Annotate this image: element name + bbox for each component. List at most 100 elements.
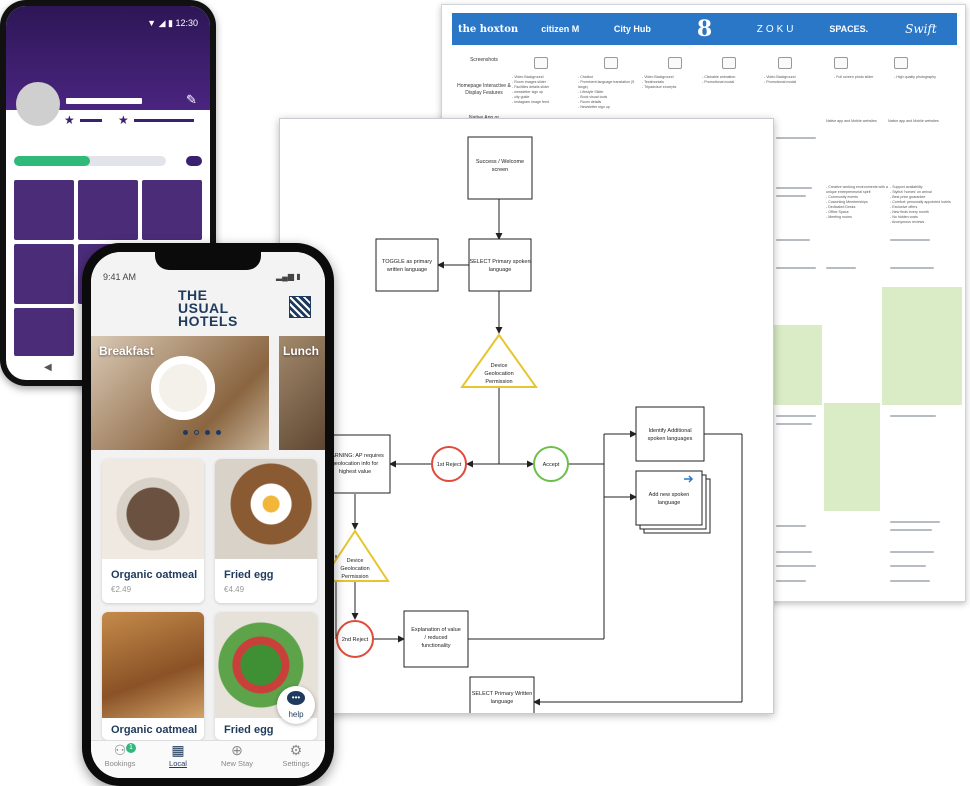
label-reject1: 1st Reject bbox=[437, 462, 462, 468]
menu-item-card[interactable]: Fried egg €4.49 bbox=[215, 459, 317, 603]
screenshot-thumbnail[interactable] bbox=[668, 57, 682, 69]
iphone-screen: 9:41 AM ▂▄▆ ▮ THE USUAL HOTELS Breakfast… bbox=[91, 252, 325, 778]
iphone-mockup: 9:41 AM ▂▄▆ ▮ THE USUAL HOTELS Breakfast… bbox=[82, 243, 334, 786]
grid-tile[interactable] bbox=[14, 244, 74, 304]
text-line bbox=[776, 195, 806, 197]
menu-item-card[interactable]: Organic oatmeal bbox=[102, 612, 204, 740]
gear-icon: ⚙ bbox=[289, 742, 303, 758]
swift-bullets: - Support availability - Stylish 'homes' … bbox=[890, 185, 951, 224]
text-line bbox=[776, 525, 806, 527]
nav-local[interactable]: ▦ Local bbox=[149, 741, 207, 768]
coffee-cup-image bbox=[151, 356, 215, 420]
label-toggle-2: written language bbox=[386, 267, 427, 273]
brand-cityhub: City Hub bbox=[613, 24, 651, 34]
features-eight: - Clickable animation - Promotional modal bbox=[702, 75, 736, 84]
carousel-card-breakfast[interactable]: Breakfast bbox=[91, 336, 269, 450]
label-identify-2: spoken languages bbox=[648, 436, 693, 442]
back-nav-icon[interactable]: ◀ bbox=[44, 362, 52, 373]
qr-code-icon[interactable] bbox=[289, 296, 311, 318]
label-select-spoken-2: language bbox=[489, 267, 512, 273]
label-geo2-3: Permission bbox=[341, 574, 368, 580]
label-select-written-1: SELECT Primary Written bbox=[472, 691, 533, 697]
grid-tile[interactable] bbox=[78, 180, 138, 240]
text-line bbox=[890, 580, 930, 582]
row-label-homepage-features: Homepage Interactive & Display Features bbox=[457, 83, 511, 96]
screenshot-thumbnail[interactable] bbox=[534, 57, 548, 69]
carousel-label: Breakfast bbox=[99, 344, 154, 358]
brand-spaces: SPACES. bbox=[829, 24, 869, 34]
status-time: 12:30 bbox=[175, 18, 198, 28]
hotel-logo[interactable]: THE USUAL HOTELS bbox=[178, 288, 238, 328]
label-add-lang-2: language bbox=[658, 500, 681, 506]
menu-item-image bbox=[215, 459, 317, 559]
nav-label: Settings bbox=[282, 759, 310, 768]
text-line bbox=[776, 137, 816, 139]
flowchart-canvas: Success / Welcome screen TOGGLE as prima… bbox=[319, 136, 743, 713]
features-cityhub: - Video Background - Testimonials - Tripad… bbox=[642, 75, 677, 89]
label-reject2: 2nd Reject bbox=[342, 637, 369, 643]
flowchart-document: Success / Welcome screen TOGGLE as prima… bbox=[279, 118, 774, 714]
node-select-spoken-box[interactable] bbox=[468, 238, 532, 292]
features-spaces: - Full screen photo slider bbox=[834, 75, 874, 79]
text-line bbox=[890, 521, 940, 523]
features-swift: - High quality photography bbox=[894, 75, 936, 79]
nav-label: Bookings bbox=[104, 759, 136, 768]
pencil-edit-icon[interactable]: ✎ bbox=[186, 92, 197, 108]
local-building-icon: ▦ bbox=[171, 742, 185, 758]
node-toggle-box[interactable] bbox=[375, 238, 439, 292]
text-line bbox=[776, 551, 812, 553]
label-accept: Accept bbox=[543, 462, 560, 468]
nav-label: Local bbox=[169, 759, 187, 768]
settings-toggle-icon[interactable] bbox=[186, 156, 202, 166]
menu-item-image bbox=[102, 612, 204, 718]
text-line bbox=[890, 239, 930, 241]
nav-new-stay[interactable]: ⊕ New Stay bbox=[208, 741, 266, 768]
nav-label: New Stay bbox=[220, 759, 254, 768]
screenshot-thumbnail[interactable] bbox=[722, 57, 736, 69]
label-geo1-2: Geolocation bbox=[484, 371, 513, 377]
nav-bookings[interactable]: ⚇ 1 Bookings bbox=[91, 741, 149, 768]
node-identify-box[interactable] bbox=[635, 406, 705, 462]
text-line bbox=[776, 580, 806, 582]
carousel-dots[interactable] bbox=[183, 430, 221, 435]
label-explanation-2: / reduced bbox=[425, 635, 448, 641]
signal-icon: ◢ bbox=[158, 18, 166, 28]
label-geo1-3: Permission bbox=[485, 379, 512, 385]
carousel-label: Lunch bbox=[283, 344, 319, 358]
label-explanation-1: Explanation of value bbox=[411, 627, 461, 633]
grid-tile[interactable] bbox=[142, 180, 202, 240]
status-bar: ▼ ◢ ▮ 12:30 bbox=[147, 18, 198, 29]
text-line bbox=[890, 565, 926, 567]
screenshot-thumbnail[interactable] bbox=[834, 57, 848, 69]
screenshot-thumbnail[interactable] bbox=[778, 57, 792, 69]
avatar[interactable] bbox=[16, 82, 60, 126]
help-chat-button[interactable]: ••• help bbox=[277, 686, 315, 724]
star-icon: ★ bbox=[118, 113, 129, 127]
text-line bbox=[776, 187, 812, 189]
screenshot-thumbnail[interactable] bbox=[894, 57, 908, 69]
menu-item-title: Fried egg bbox=[224, 569, 274, 581]
bookings-badge: 1 bbox=[126, 743, 136, 753]
note-native-app-2: Native app and Mobile websites bbox=[888, 119, 939, 123]
text-line bbox=[776, 267, 816, 269]
progress-fill bbox=[14, 156, 90, 166]
carousel-card-lunch[interactable]: Lunch bbox=[279, 336, 325, 450]
grid-tile[interactable] bbox=[14, 308, 74, 356]
grid-tile[interactable] bbox=[14, 180, 74, 240]
nav-settings[interactable]: ⚙ Settings bbox=[267, 741, 325, 768]
text-line bbox=[890, 529, 932, 531]
battery-icon: ▮ bbox=[168, 18, 173, 28]
text-line bbox=[776, 239, 810, 241]
rating-placeholder bbox=[80, 119, 102, 122]
menu-item-image bbox=[102, 459, 204, 559]
rating-placeholder bbox=[134, 119, 194, 122]
brand-swift: Swift bbox=[905, 22, 937, 36]
status-icons: ▂▄▆ ▮ bbox=[276, 272, 301, 281]
menu-item-card[interactable]: Organic oatmeal €2.49 bbox=[102, 459, 204, 603]
label-select-written-2: language bbox=[491, 699, 514, 705]
screenshot-thumbnail[interactable] bbox=[604, 57, 618, 69]
label-toggle-1: TOGGLE as primary bbox=[382, 259, 432, 265]
menu-item-price: €2.49 bbox=[111, 585, 132, 594]
label-explanation-3: functionality bbox=[421, 643, 450, 649]
star-icon: ★ bbox=[64, 113, 75, 127]
